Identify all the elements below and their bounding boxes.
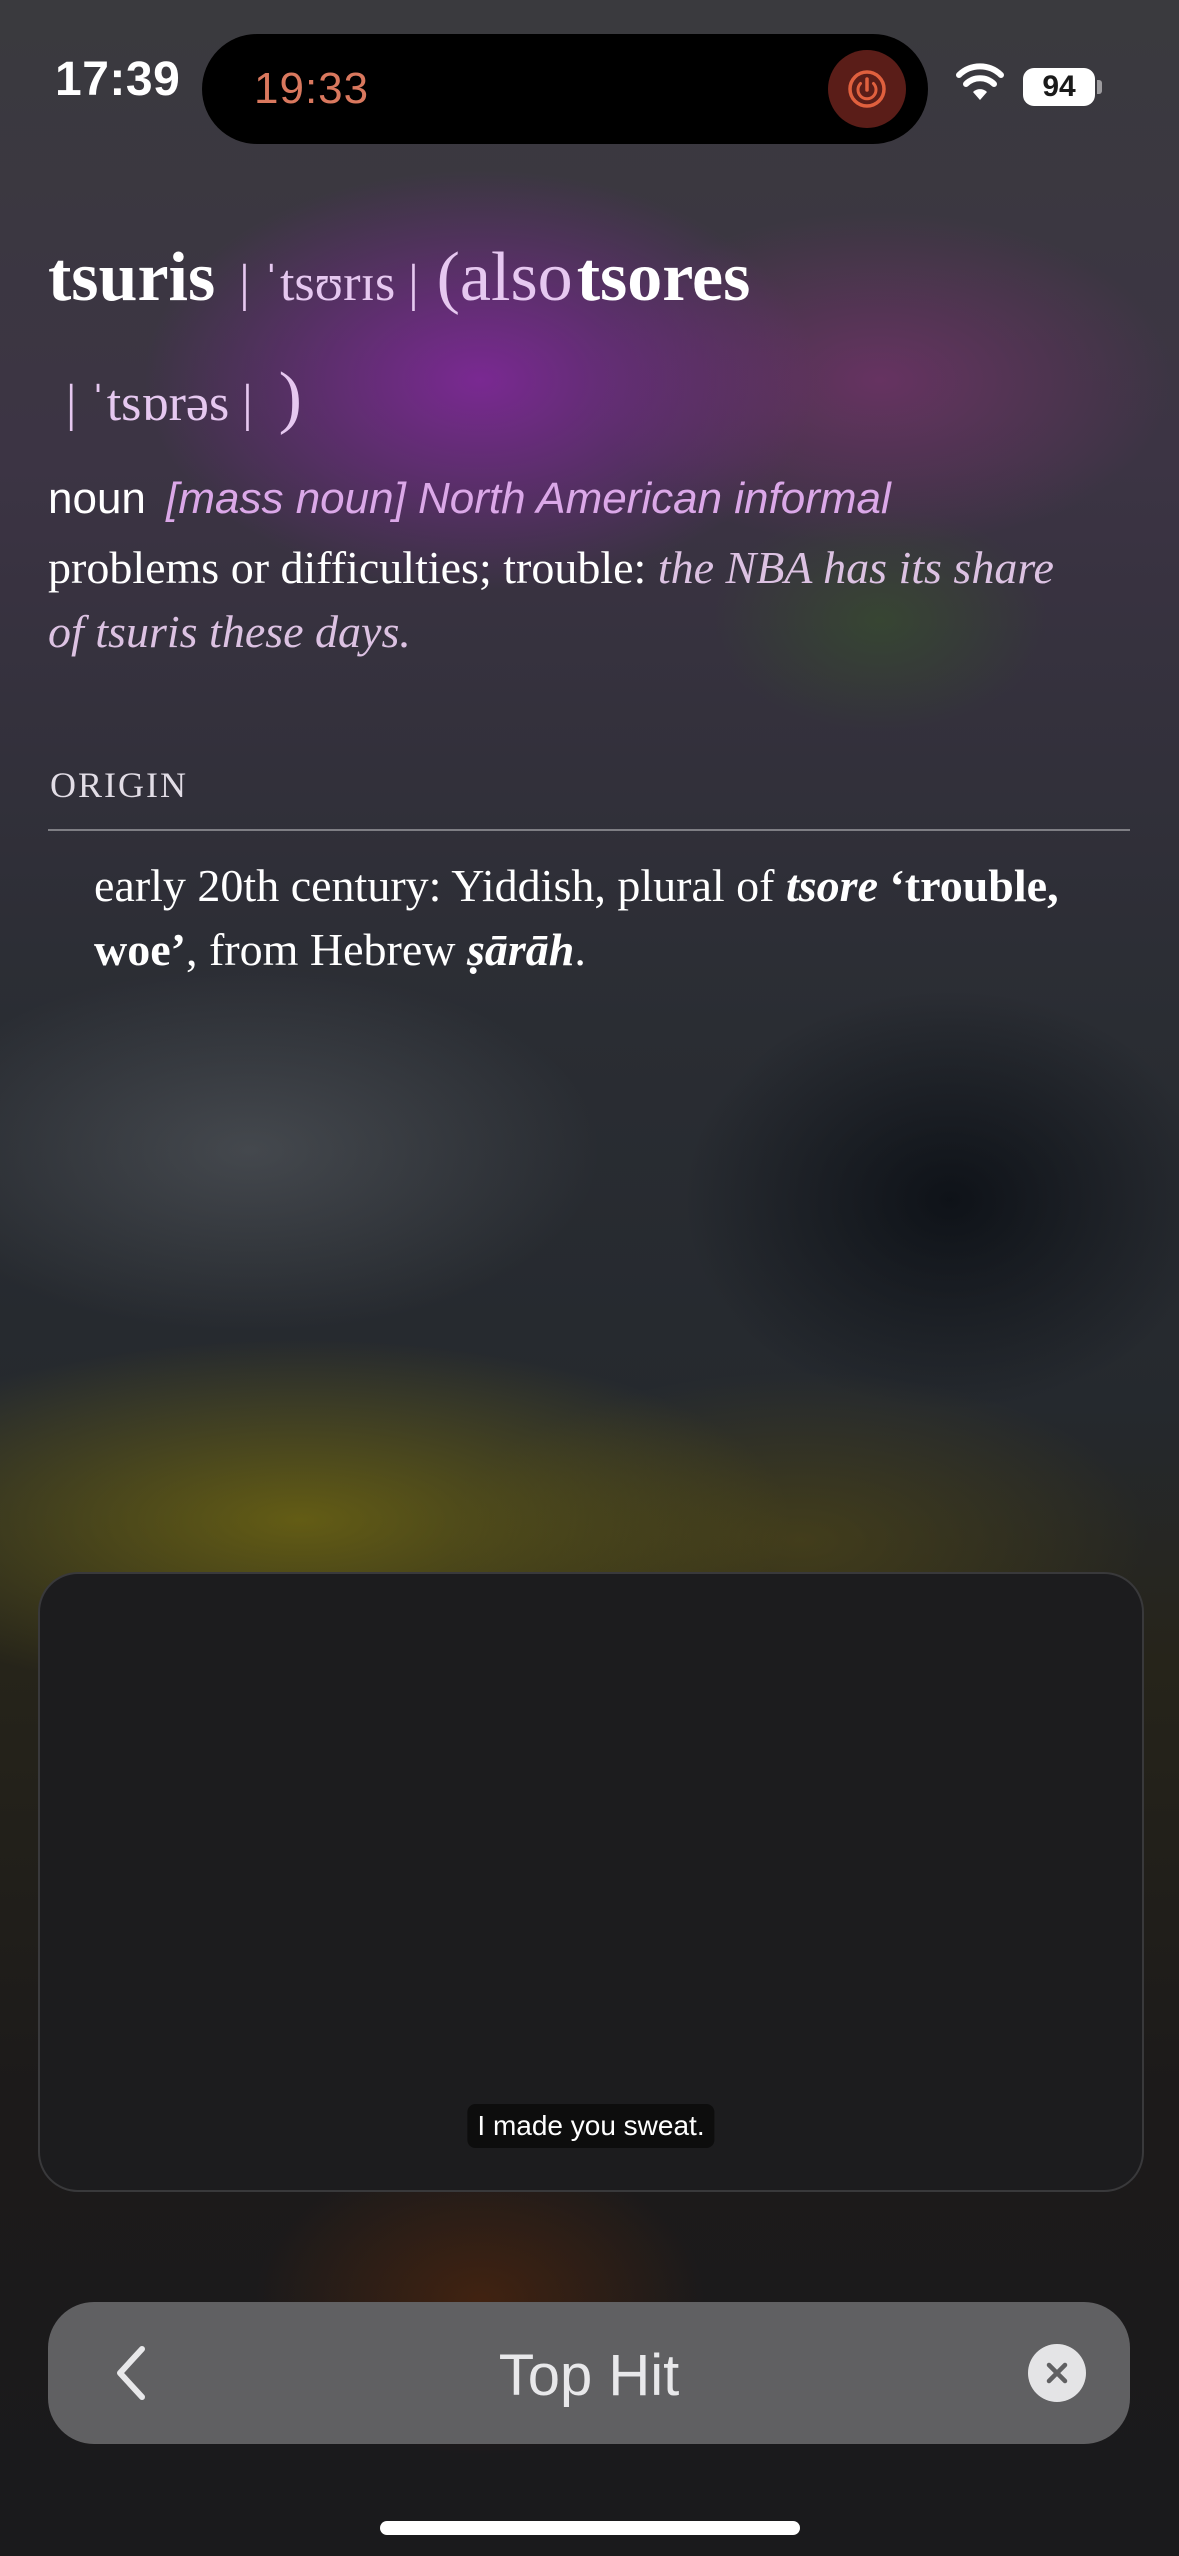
entry-header: tsuris | ˈtsʊrɪs | (also tsores — [48, 238, 750, 318]
dynamic-island[interactable]: 19:33 — [202, 34, 928, 144]
origin-part2: , from Hebrew — [185, 924, 456, 975]
variant-headword: tsores — [576, 239, 751, 316]
definition-text: problems or difficulties; trouble: — [48, 542, 647, 593]
video-player[interactable]: I made you sweat. — [38, 1572, 1144, 2192]
origin-heading: ORIGIN — [50, 765, 188, 805]
part-of-speech: noun — [48, 474, 146, 523]
battery-cap — [1097, 80, 1102, 94]
status-time: 17:39 — [55, 53, 181, 106]
close-paren: ) — [278, 359, 302, 436]
usage-labels: [mass noun] North American informal — [166, 474, 891, 523]
wifi-icon — [955, 62, 1005, 107]
clear-icon[interactable] — [1028, 2344, 1086, 2402]
video-caption: I made you sweat. — [467, 2104, 715, 2148]
power-icon[interactable] — [828, 50, 906, 128]
definition: problems or difficulties; trouble: the N… — [48, 536, 1098, 664]
home-indicator[interactable] — [380, 2521, 800, 2535]
battery-icon: 94 — [1023, 68, 1095, 106]
variant-pronunciation: | ˈtsɒrəs | — [66, 375, 253, 432]
origin-text: early 20th century: Yiddish, plural of t… — [94, 854, 1094, 982]
search-bar[interactable]: Top Hit — [48, 2302, 1130, 2444]
variant-pronunciation-line: | ˈtsɒrəs | ) — [66, 358, 302, 438]
battery-level: 94 — [1042, 70, 1076, 103]
origin-divider — [48, 829, 1130, 831]
origin-word-tsore: tsore — [785, 860, 878, 911]
origin-word-hebrew: ṣārāh — [466, 924, 575, 975]
part-of-speech-line: noun [mass noun] North American informal — [48, 474, 891, 524]
headword: tsuris — [48, 239, 216, 316]
origin-end: . — [574, 924, 586, 975]
pronunciation: | ˈtsʊrɪs | — [239, 255, 419, 312]
origin-part1: early 20th century: Yiddish, plural of — [94, 860, 775, 911]
also-label: (also — [436, 239, 573, 316]
search-title: Top Hit — [498, 2343, 680, 2408]
island-timer: 19:33 — [254, 64, 370, 113]
